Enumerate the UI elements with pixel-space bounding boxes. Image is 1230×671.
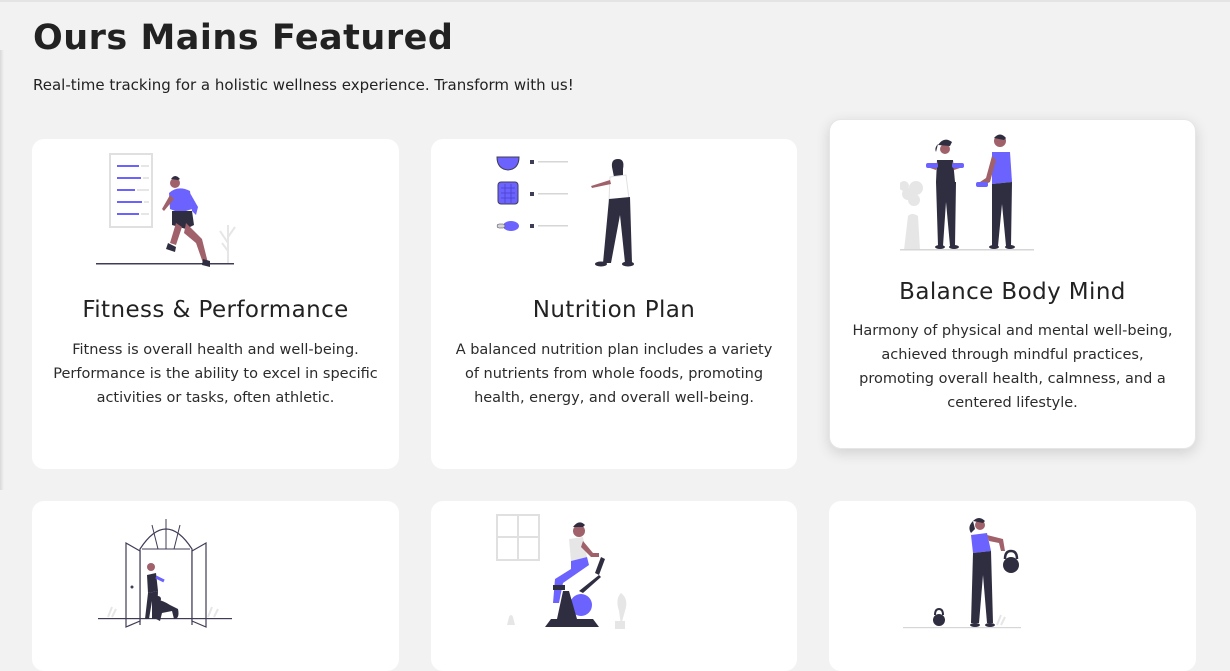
card-description: Fitness is overall health and well-being… <box>53 342 378 406</box>
top-divider <box>0 0 1230 2</box>
section-title: Ours Mains Featured <box>33 18 454 58</box>
stationary-bike-illustration-icon <box>496 514 627 629</box>
feature-card-dog-walk[interactable] <box>32 501 399 671</box>
feature-card-balance[interactable]: Balance Body Mind Harmony of physical an… <box>829 119 1196 449</box>
feature-card-nutrition[interactable]: Nutrition Plan A balanced nutrition plan… <box>431 139 797 469</box>
section-subtitle: Real-time tracking for a holistic wellne… <box>33 76 574 94</box>
card-description: A balanced nutrition plan includes a var… <box>455 342 773 406</box>
feature-card-kettlebell[interactable] <box>829 501 1196 671</box>
feature-card-fitness[interactable]: Fitness & Performance Fitness is overall… <box>32 139 399 469</box>
nutrition-illustration-icon <box>496 156 634 267</box>
card-description: Harmony of physical and mental well-bein… <box>852 323 1173 411</box>
dog-walk-illustration-icon <box>98 519 232 628</box>
runner-illustration-icon <box>96 153 236 267</box>
card-title: Fitness & Performance <box>82 297 349 323</box>
kettlebell-illustration-icon <box>903 518 1021 629</box>
workout-partners-illustration-icon <box>900 134 1034 251</box>
card-title: Balance Body Mind <box>899 279 1126 305</box>
card-title: Nutrition Plan <box>532 297 696 323</box>
feature-card-cycling[interactable] <box>431 501 797 671</box>
left-edge-shadow <box>0 50 4 490</box>
